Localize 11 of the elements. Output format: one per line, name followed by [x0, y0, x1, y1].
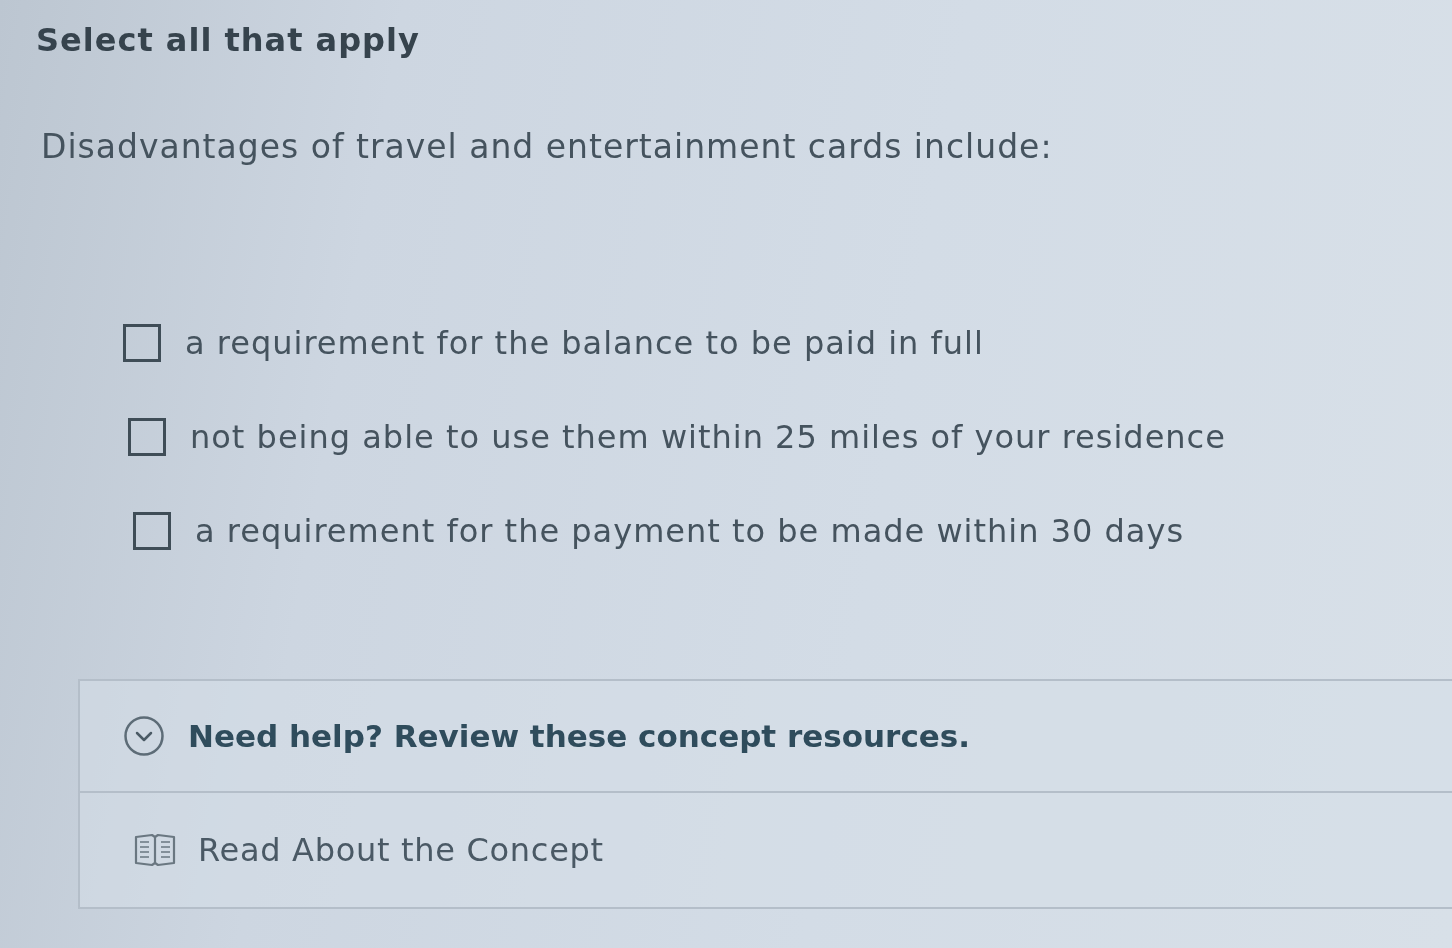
- question-text: Disadvantages of travel and entertainment cards include:: [41, 126, 1053, 168]
- resource-link[interactable]: Read About the Concept: [134, 831, 604, 869]
- book-icon: [134, 833, 176, 867]
- instruction-heading: Select all that apply: [36, 20, 420, 61]
- checkbox[interactable]: [133, 512, 171, 550]
- option-label[interactable]: a requirement for the payment to be made within 30 days: [195, 508, 1185, 554]
- option-label[interactable]: not being able to use them within 25 miles of your residence: [190, 414, 1226, 460]
- checkbox[interactable]: [123, 324, 161, 362]
- help-toggle-button[interactable]: Need help? Review these concept resources.: [80, 681, 1452, 793]
- checkbox[interactable]: [128, 418, 166, 456]
- option-label[interactable]: a requirement for the balance to be paid in full: [185, 320, 984, 366]
